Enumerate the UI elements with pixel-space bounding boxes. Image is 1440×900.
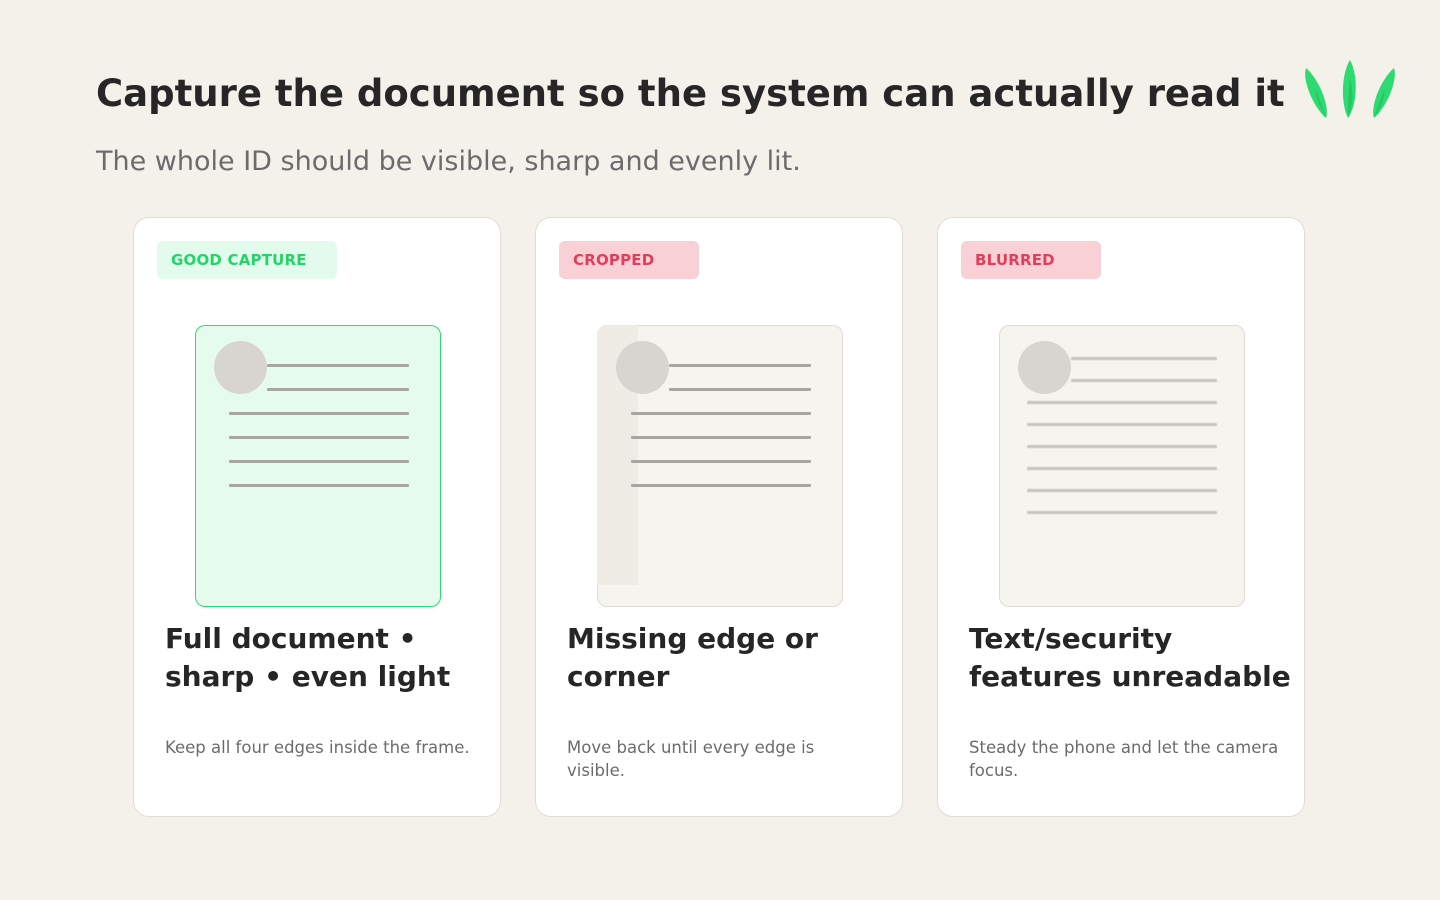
- good-capture-card: GOOD CAPTURE Full document • sharp • eve…: [133, 217, 501, 817]
- portrait-photo-icon: [616, 341, 669, 394]
- id-document-icon: [195, 325, 441, 607]
- text-line: [229, 436, 409, 439]
- text-line: [1071, 379, 1217, 382]
- text-line: [1027, 445, 1217, 448]
- text-line: [229, 484, 409, 487]
- text-line: [631, 436, 811, 439]
- card-headline: Missing edge or corner: [567, 622, 818, 693]
- portrait-photo-icon: [1018, 341, 1071, 394]
- card-headline: Full document • sharp • even light: [165, 622, 451, 693]
- text-line: [1027, 467, 1217, 470]
- text-line: [229, 412, 409, 415]
- text-line: [669, 388, 811, 391]
- cropped-card: CROPPED Missing edge or corner Move back…: [535, 217, 903, 817]
- blurred-badge: BLURRED: [961, 241, 1101, 279]
- text-line: [1027, 401, 1217, 404]
- card-headline: Text/security features unreadable: [969, 622, 1291, 693]
- text-line: [1027, 423, 1217, 426]
- text-line: [1027, 489, 1217, 492]
- text-line: [267, 388, 409, 391]
- page-subtitle: The whole ID should be visible, sharp an…: [96, 146, 801, 177]
- leaf-blades-logo-icon: [1305, 60, 1395, 118]
- card-caption: Keep all four edges inside the frame.: [165, 738, 470, 757]
- text-line: [267, 364, 409, 367]
- page-title: Capture the document so the system can a…: [96, 72, 1285, 115]
- text-line: [631, 412, 811, 415]
- blurred-card: BLURRED Text/security features unreadabl…: [937, 217, 1305, 817]
- card-caption: Steady the phone and let the camera focu…: [969, 738, 1279, 780]
- text-line: [229, 460, 409, 463]
- cropped-id-document-icon: [597, 325, 843, 607]
- portrait-photo-icon: [214, 341, 267, 394]
- text-line: [631, 460, 811, 463]
- blurred-id-document-icon: [999, 325, 1245, 607]
- text-line: [669, 364, 811, 367]
- text-line: [631, 484, 811, 487]
- text-line: [1071, 357, 1217, 360]
- cropped-badge: CROPPED: [559, 241, 699, 279]
- text-line: [1027, 511, 1217, 514]
- card-caption: Move back until every edge is visible.: [567, 738, 815, 780]
- good-capture-badge: GOOD CAPTURE: [157, 241, 337, 279]
